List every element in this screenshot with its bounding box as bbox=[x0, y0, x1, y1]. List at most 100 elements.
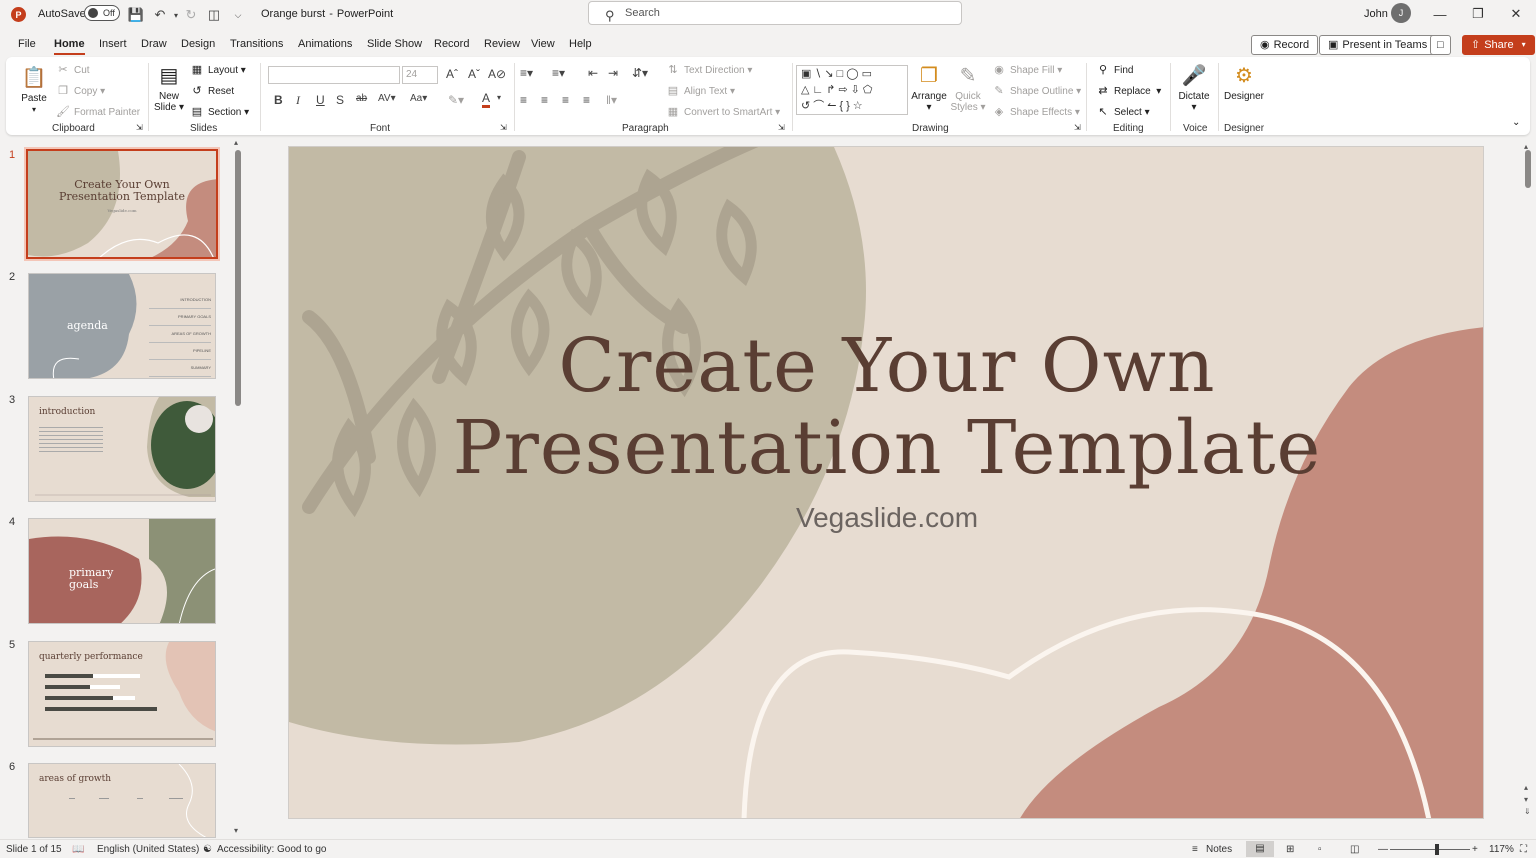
tab-help[interactable]: Help bbox=[569, 38, 592, 50]
font-name-select[interactable] bbox=[268, 66, 400, 84]
undo-dropdown-icon[interactable]: ▾ bbox=[168, 7, 184, 23]
font-launcher-icon[interactable]: ⇲ bbox=[500, 123, 507, 132]
arrange-button[interactable]: ❐ Arrange ▾ bbox=[910, 61, 948, 114]
tab-insert[interactable]: Insert bbox=[99, 38, 127, 50]
numbering-icon[interactable]: ≡▾ bbox=[552, 66, 565, 80]
tab-home[interactable]: Home bbox=[54, 38, 85, 55]
customize-qat-icon[interactable]: ⌵ bbox=[230, 7, 246, 23]
slide-subtitle[interactable]: Vegaslide.com bbox=[289, 502, 1483, 534]
bullets-icon[interactable]: ≡▾ bbox=[520, 66, 533, 80]
slide-thumbnail-1[interactable]: Create Your Own Presentation Template Ve… bbox=[24, 147, 220, 261]
collapse-ribbon-icon[interactable]: ⌄ bbox=[1512, 117, 1520, 128]
shape-effects-button[interactable]: ◈ Shape Effects ▾ bbox=[992, 105, 1080, 118]
find-button[interactable]: ⚲ Find bbox=[1096, 63, 1133, 76]
share-dropdown-icon[interactable]: ▾ bbox=[1522, 36, 1526, 54]
minimize-icon[interactable]: — bbox=[1430, 4, 1450, 24]
replace-button[interactable]: ⇄ Replace ▾ bbox=[1096, 84, 1161, 97]
slide-sorter-icon[interactable]: ⊞ bbox=[1286, 844, 1294, 855]
tab-animations[interactable]: Animations bbox=[298, 38, 352, 50]
tab-design[interactable]: Design bbox=[181, 38, 215, 50]
tab-review[interactable]: Review bbox=[484, 38, 520, 50]
scrollbar-thumb[interactable] bbox=[1525, 150, 1531, 188]
tab-draw[interactable]: Draw bbox=[141, 38, 167, 50]
notes-button[interactable]: Notes bbox=[1206, 844, 1232, 855]
decrease-indent-icon[interactable]: ⇤ bbox=[588, 66, 598, 80]
align-right-icon[interactable]: ≡ bbox=[562, 93, 569, 107]
tab-view[interactable]: View bbox=[531, 38, 555, 50]
shape-outline-button[interactable]: ✎ Shape Outline ▾ bbox=[992, 84, 1081, 97]
increase-indent-icon[interactable]: ⇥ bbox=[608, 66, 618, 80]
font-color-icon[interactable]: A bbox=[482, 91, 491, 108]
decrease-font-icon[interactable]: Aˇ bbox=[468, 67, 480, 81]
accessibility-status[interactable]: Accessibility: Good to go bbox=[217, 844, 327, 855]
slide-thumbnail-6[interactable]: areas of growth bbox=[28, 763, 216, 838]
comments-button[interactable]: □ bbox=[1430, 35, 1451, 55]
slide-thumbnail-5[interactable]: quarterly performance bbox=[28, 641, 216, 747]
bold-icon[interactable]: B bbox=[274, 93, 283, 107]
start-from-beginning-icon[interactable]: ◫ bbox=[206, 7, 222, 23]
shape-fill-button[interactable]: ◉ Shape Fill ▾ bbox=[992, 63, 1062, 76]
align-center-icon[interactable]: ≡ bbox=[541, 93, 548, 107]
dictate-button[interactable]: 🎤 Dictate ▾ bbox=[1174, 61, 1214, 114]
font-size-select[interactable]: 24 bbox=[402, 66, 438, 84]
slide-thumbnail-2[interactable]: agenda INTRODUCTION PRIMARY GOALS AREAS … bbox=[28, 273, 216, 379]
text-direction-button[interactable]: ⇅ Text Direction ▾ bbox=[666, 63, 752, 76]
designer-button[interactable]: ⚙ Designer bbox=[1222, 61, 1266, 103]
justify-icon[interactable]: ≡ bbox=[583, 93, 590, 107]
close-icon[interactable]: ✕ bbox=[1506, 4, 1526, 24]
slide-scrollbar[interactable]: ▴ ▴ ▾ ⇓ bbox=[1522, 138, 1534, 838]
language-indicator[interactable]: English (United States) bbox=[97, 844, 199, 855]
slide-canvas[interactable]: Create Your Own Presentation Template Ve… bbox=[288, 146, 1484, 819]
present-in-teams-button[interactable]: ▣ Present in Teams bbox=[1319, 35, 1437, 55]
italic-icon[interactable]: I bbox=[296, 93, 300, 108]
zoom-slider-track[interactable] bbox=[1390, 844, 1470, 855]
convert-smartart-button[interactable]: ▦ Convert to SmartArt ▾ bbox=[666, 105, 780, 118]
layout-button[interactable]: ▦ Layout ▾ bbox=[190, 63, 246, 76]
select-button[interactable]: ↖ Select ▾ bbox=[1096, 105, 1149, 118]
font-color-dropdown-icon[interactable]: ▾ bbox=[497, 93, 501, 102]
paragraph-launcher-icon[interactable]: ⇲ bbox=[778, 123, 785, 132]
increase-font-icon[interactable]: Aˆ bbox=[446, 67, 458, 81]
record-button[interactable]: ◉ Record bbox=[1251, 35, 1319, 55]
tab-record[interactable]: Record bbox=[434, 38, 469, 50]
autosave-toggle[interactable]: Off bbox=[84, 5, 120, 21]
save-icon[interactable]: 💾 bbox=[128, 7, 144, 23]
zoom-level[interactable]: 117% bbox=[1489, 844, 1514, 855]
format-painter-button[interactable]: 🖌 Format Painter bbox=[56, 105, 140, 118]
normal-view-icon[interactable]: ▤ bbox=[1246, 841, 1274, 857]
cut-button[interactable]: ✂ Cut bbox=[56, 63, 89, 76]
search-input[interactable]: ⚲ Search bbox=[588, 1, 962, 25]
redo-icon[interactable]: ↻ bbox=[183, 7, 199, 23]
reading-view-icon[interactable]: ▫ bbox=[1318, 844, 1322, 855]
align-text-button[interactable]: ▤ Align Text ▾ bbox=[666, 84, 735, 97]
align-left-icon[interactable]: ≡ bbox=[520, 93, 527, 107]
scroll-up-icon[interactable]: ▴ bbox=[234, 138, 238, 147]
strikethrough-icon[interactable]: ab bbox=[356, 93, 367, 104]
thumbnail-scrollbar[interactable]: ▴ ▾ bbox=[234, 138, 243, 838]
character-spacing-icon[interactable]: AV▾ bbox=[378, 93, 396, 104]
tab-transitions[interactable]: Transitions bbox=[230, 38, 283, 50]
fit-to-window-icon[interactable]: ⛶ bbox=[1520, 844, 1527, 855]
slide-thumbnail-3[interactable]: introduction bbox=[28, 396, 216, 502]
tab-slide-show[interactable]: Slide Show bbox=[367, 38, 422, 50]
slide-title[interactable]: Create Your Own Presentation Template bbox=[289, 325, 1483, 489]
share-button[interactable]: ⇧ Share ▾ bbox=[1462, 35, 1535, 55]
columns-icon[interactable]: ‖▾ bbox=[606, 93, 617, 107]
shapes-gallery[interactable]: ▣∖↘□◯▭ △∟↱⇨⇩⬠ ↺⌒↼{}☆ bbox=[796, 65, 908, 115]
reset-button[interactable]: ↺ Reset bbox=[190, 84, 234, 97]
page-nav-icons[interactable]: ▴ ▾ ⇓ bbox=[1524, 782, 1531, 818]
accessibility-icon[interactable]: ☯ bbox=[203, 844, 212, 855]
clipboard-launcher-icon[interactable]: ⇲ bbox=[136, 123, 143, 132]
paste-button[interactable]: 📋 Paste ▾ bbox=[16, 63, 52, 115]
slideshow-view-icon[interactable]: ◫ bbox=[1350, 844, 1359, 855]
text-shadow-icon[interactable]: S bbox=[336, 93, 344, 107]
zoom-in-icon[interactable]: + bbox=[1472, 844, 1478, 855]
section-button[interactable]: ▤ Section ▾ bbox=[190, 105, 249, 118]
spelling-icon[interactable]: 📖 bbox=[72, 844, 84, 855]
zoom-out-icon[interactable]: — bbox=[1378, 844, 1388, 855]
scroll-down-icon[interactable]: ▾ bbox=[234, 826, 238, 835]
undo-icon[interactable]: ↶ bbox=[152, 7, 168, 23]
notes-icon[interactable]: ≡ bbox=[1192, 844, 1198, 855]
change-case-icon[interactable]: Aa▾ bbox=[410, 93, 427, 104]
avatar[interactable]: J bbox=[1391, 3, 1411, 23]
